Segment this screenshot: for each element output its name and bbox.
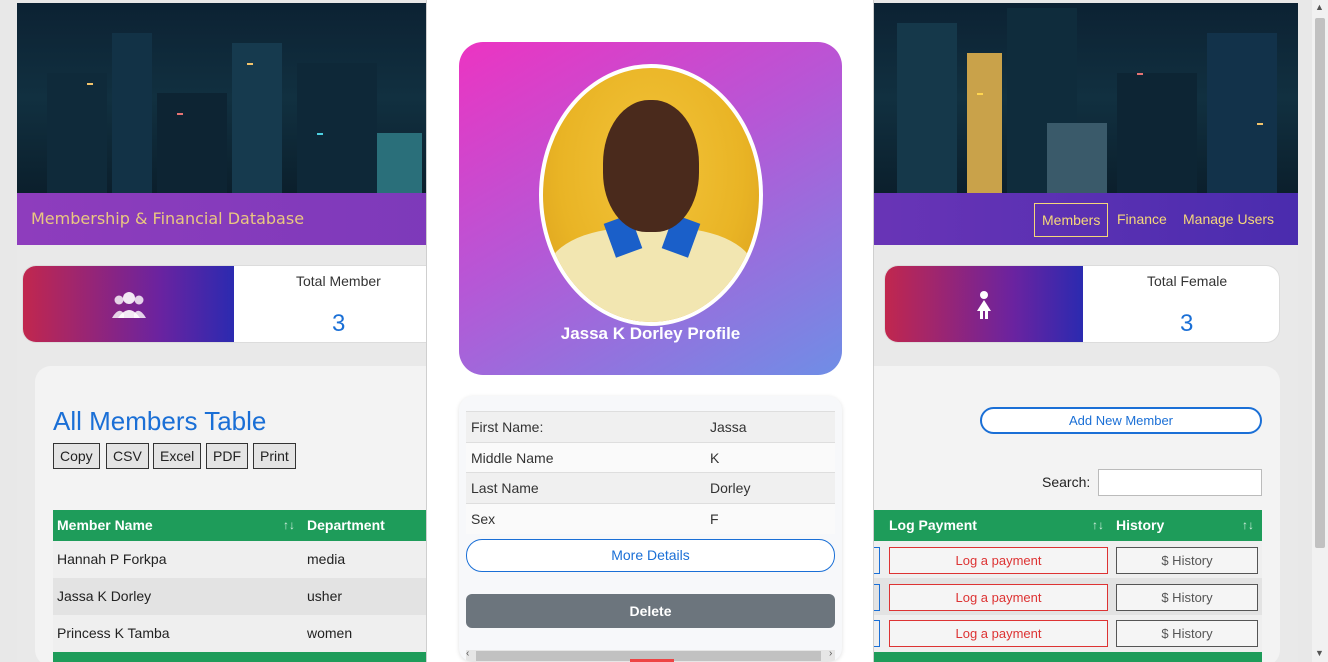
table-row: Princess K Tamba women: [53, 615, 426, 652]
details-card: First Name: Jassa Middle Name K Last Nam…: [459, 396, 842, 662]
stat-label-total-member: Total Member: [296, 273, 381, 289]
chevron-left-icon[interactable]: ‹: [466, 648, 469, 659]
log-payment-button[interactable]: Log a payment: [889, 620, 1108, 647]
copy-button[interactable]: Copy: [53, 443, 100, 469]
detail-label: Middle Name: [471, 450, 554, 466]
table-footer: [53, 652, 426, 662]
detail-label: Last Name: [471, 480, 539, 496]
stat-label-total-female: Total Female: [1147, 273, 1228, 289]
history-button[interactable]: $ History: [1116, 547, 1258, 574]
edit-button[interactable]: [874, 584, 880, 611]
chevron-up-icon[interactable]: ▲: [1315, 2, 1324, 12]
profile-modal: Jassa K Dorley Profile First Name: Jassa…: [426, 0, 874, 662]
th-log-payment[interactable]: Log Payment: [889, 510, 977, 541]
detail-label: First Name:: [471, 419, 544, 435]
page-vertical-scrollbar[interactable]: ▲ ▼: [1312, 0, 1328, 662]
th-department[interactable]: Department: [307, 510, 385, 541]
profile-card: Jassa K Dorley Profile: [459, 42, 842, 375]
detail-row: Last Name Dorley: [466, 472, 835, 503]
detail-value: Dorley: [710, 480, 751, 496]
nav-members[interactable]: Members: [1034, 203, 1109, 237]
edit-button[interactable]: [874, 620, 880, 647]
cell-department: usher: [307, 588, 343, 604]
detail-row: First Name: Jassa: [466, 411, 835, 442]
detail-label: Sex: [471, 511, 496, 527]
stat-card-total-female: Total Female 3: [884, 265, 1280, 343]
photo-shirt: [547, 228, 755, 322]
pdf-button[interactable]: PDF: [206, 443, 248, 469]
cell-member-name: Princess K Tamba: [57, 625, 170, 641]
history-button[interactable]: $ History: [1116, 620, 1258, 647]
sort-icon[interactable]: ↑↓: [283, 510, 295, 541]
csv-button[interactable]: CSV: [106, 443, 149, 469]
stat-value-total-member: 3: [332, 310, 346, 337]
profile-photo: [539, 64, 763, 326]
add-new-member-button[interactable]: Add New Member: [980, 407, 1262, 434]
sort-icon[interactable]: ↑↓: [1242, 510, 1254, 541]
table-title: All Members Table: [53, 406, 267, 436]
more-details-button[interactable]: More Details: [466, 539, 835, 572]
cell-member-name: Jassa K Dorley: [57, 588, 152, 604]
log-payment-button[interactable]: Log a payment: [889, 547, 1108, 574]
scrollbar-thumb[interactable]: [1315, 18, 1325, 548]
excel-button[interactable]: Excel: [153, 443, 202, 469]
search-input[interactable]: [1098, 469, 1262, 496]
table-header-left: Member Name ↑↓ Department: [53, 510, 426, 541]
chevron-right-icon[interactable]: ›: [829, 648, 832, 659]
cell-member-name: Hannah P Forkpa: [57, 551, 167, 567]
table-row: Jassa K Dorley usher: [53, 578, 426, 615]
table-header-right: Log Payment ↑↓ History ↑↓: [874, 510, 1262, 541]
chevron-down-icon[interactable]: ▼: [1315, 648, 1324, 658]
nav-finance[interactable]: Finance: [1110, 203, 1174, 237]
detail-value: F: [710, 511, 719, 527]
female-icon: [885, 266, 1083, 342]
cell-department: women: [307, 625, 353, 641]
profile-title: Jassa K Dorley Profile: [560, 324, 741, 343]
edit-button[interactable]: [874, 547, 880, 574]
delete-button[interactable]: Delete: [466, 594, 835, 628]
cell-department: media: [307, 551, 346, 567]
brand-title[interactable]: Membership & Financial Database: [31, 209, 304, 228]
th-history[interactable]: History: [1116, 510, 1164, 541]
nav-manage-users[interactable]: Manage Users: [1176, 203, 1281, 237]
th-member-name[interactable]: Member Name: [57, 510, 153, 541]
photo-face: [603, 100, 699, 232]
table-row: Hannah P Forkpa media: [53, 541, 426, 578]
history-button[interactable]: $ History: [1116, 584, 1258, 611]
stat-value-total-female: 3: [1180, 310, 1194, 337]
sort-icon[interactable]: ↑↓: [1092, 510, 1104, 541]
users-group-icon: [23, 266, 234, 342]
search-label: Search:: [1042, 474, 1091, 490]
detail-value: Jassa: [710, 419, 747, 435]
print-button[interactable]: Print: [253, 443, 296, 469]
detail-row: Middle Name K: [466, 442, 835, 473]
detail-row: Sex F: [466, 503, 835, 534]
table-footer: [874, 652, 1262, 662]
log-payment-button[interactable]: Log a payment: [889, 584, 1108, 611]
detail-value: K: [710, 450, 720, 466]
stat-card-total-member: Total Member 3: [22, 265, 442, 343]
